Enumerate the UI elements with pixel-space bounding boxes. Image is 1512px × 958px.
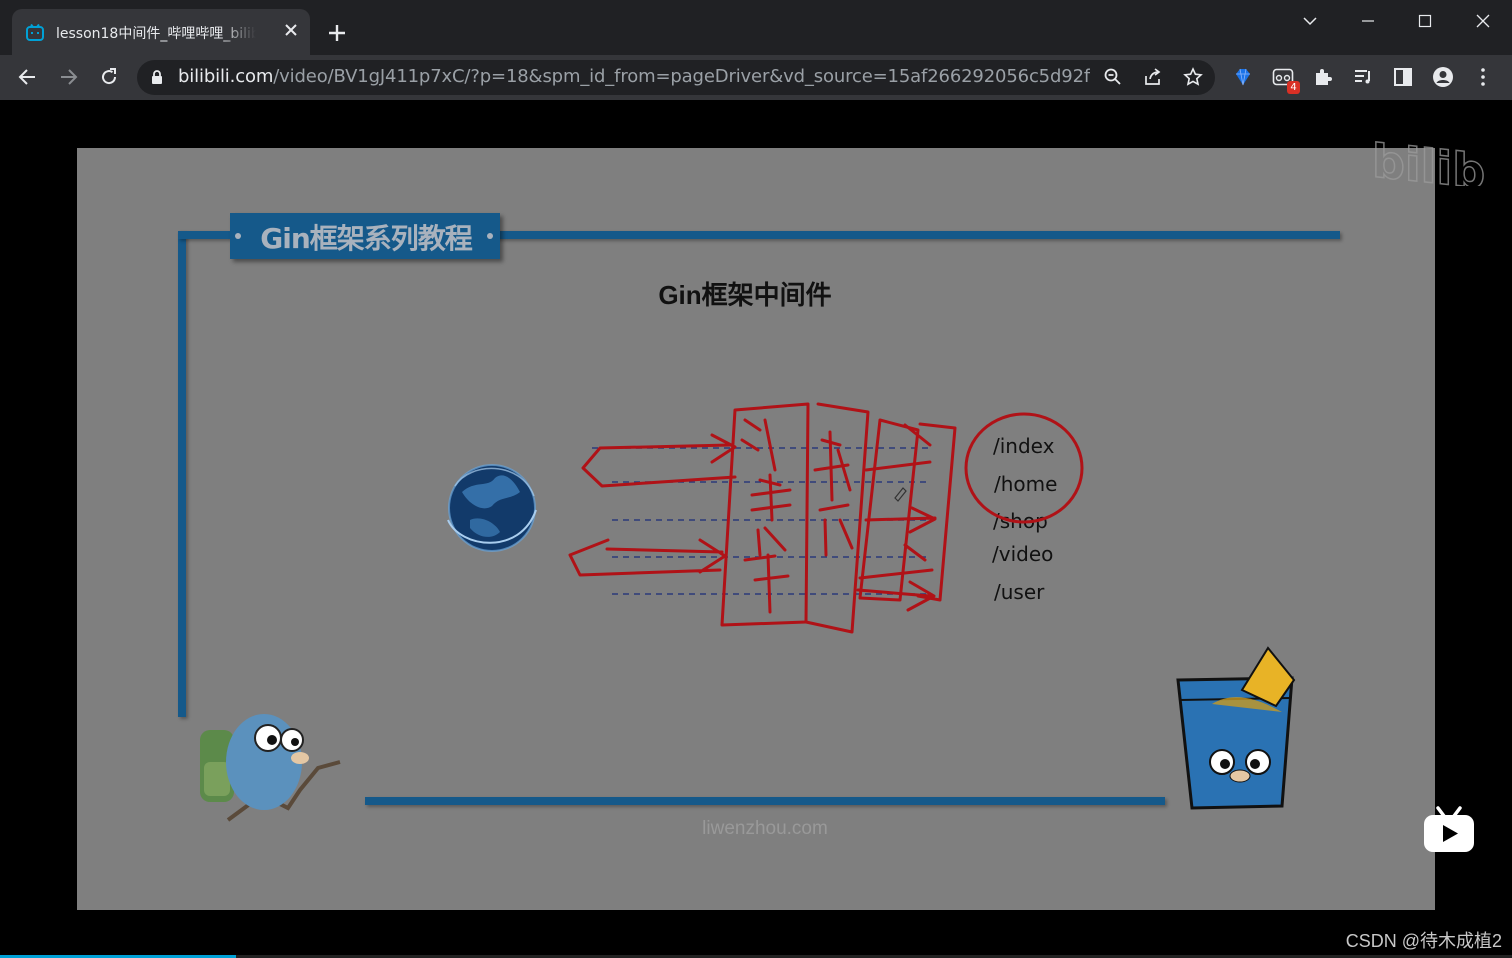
bilibili-watermark-text: bilibili <box>1372 134 1486 186</box>
url-host: bilibili.com <box>178 66 274 87</box>
tab-close-icon[interactable] <box>282 21 300 39</box>
back-arrow-icon[interactable] <box>17 66 39 88</box>
reading-list-icon[interactable] <box>1352 66 1374 88</box>
minimize-icon[interactable] <box>1356 12 1380 30</box>
bookmark-star-icon[interactable] <box>1183 67 1203 87</box>
share-icon[interactable] <box>1143 67 1163 87</box>
bilibili-play-logo-icon[interactable] <box>1422 804 1476 854</box>
slide-border-left <box>178 231 186 717</box>
tab-strip: lesson18中间件_哔哩哔哩_bilibili <box>0 0 1512 55</box>
slide-frame <box>77 148 1435 910</box>
bilibili-watermark-logo: bilibili <box>1371 133 1486 186</box>
profile-avatar-icon[interactable] <box>1432 66 1454 88</box>
url-path: /video/BV1gJ411p7xC/?p=18&spm_id_from=pa… <box>273 66 1090 87</box>
banner-dot-right <box>487 233 493 239</box>
bilibili-favicon-icon <box>26 24 44 41</box>
tab-search-chevron-icon[interactable] <box>1298 12 1322 30</box>
reload-icon[interactable] <box>98 66 120 88</box>
diamond-extension-icon[interactable] <box>1232 66 1254 88</box>
url-text[interactable]: bilibili.com/video/BV1gJ411p7xC/?p=18&sp… <box>178 66 1090 87</box>
lock-icon[interactable] <box>150 69 164 85</box>
extension-badge: 4 <box>1287 81 1300 94</box>
route-label: /video <box>992 542 1054 566</box>
csdn-credit-watermark: CSDN @待木成植2 <box>1345 931 1502 951</box>
series-title: Gin框架系列教程 <box>260 222 473 255</box>
slide-title: Gin框架中间件 <box>658 280 832 310</box>
new-tab-icon[interactable] <box>326 22 348 44</box>
window-close-icon[interactable] <box>1471 12 1495 30</box>
side-panel-icon[interactable] <box>1392 66 1414 88</box>
maximize-icon[interactable] <box>1413 12 1437 30</box>
kebab-menu-icon[interactable] <box>1472 66 1494 88</box>
zoom-icon[interactable] <box>1103 67 1123 87</box>
route-label: /user <box>994 580 1045 604</box>
banner-dot-left <box>235 233 241 239</box>
route-label: /index <box>993 434 1055 458</box>
tab-title: lesson18中间件_哔哩哔哩_bilibili <box>56 26 256 42</box>
route-label: /shop <box>993 509 1048 533</box>
slide-border-bottom <box>365 797 1165 805</box>
browser-tab[interactable]: lesson18中间件_哔哩哔哩_bilibili <box>12 9 310 55</box>
forward-arrow-icon[interactable] <box>57 66 79 88</box>
route-label: /home <box>994 472 1058 496</box>
slide-domain-watermark: liwenzhou.com <box>702 818 828 839</box>
puzzle-extensions-icon[interactable] <box>1312 66 1334 88</box>
